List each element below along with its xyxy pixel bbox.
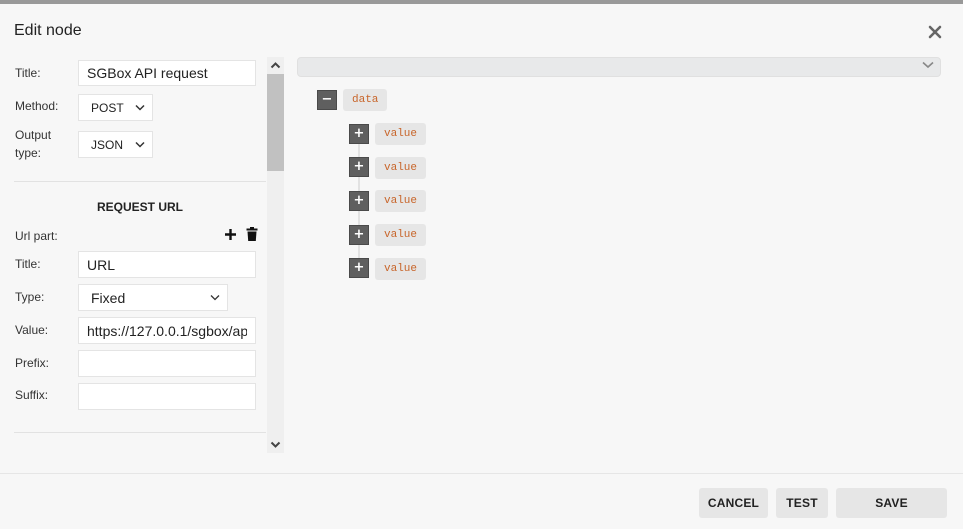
chevron-down-icon <box>922 61 934 69</box>
prefix-label: Prefix: <box>15 356 50 370</box>
output-type-select-value: JSON <box>91 137 124 152</box>
url-title-input[interactable] <box>78 251 256 278</box>
tree-node-value[interactable]: value <box>375 190 427 212</box>
delete-url-part-button[interactable] <box>246 227 258 246</box>
output-type-label-line2: type: <box>15 146 42 160</box>
method-label: Method: <box>15 99 59 113</box>
expand-toggle-value[interactable]: + <box>349 258 369 278</box>
scroll-thumb[interactable] <box>267 74 284 171</box>
value-label: Value: <box>15 323 49 337</box>
title-input[interactable] <box>78 60 256 86</box>
method-select-value: POST <box>91 100 124 115</box>
type-label: Type: <box>15 290 45 304</box>
chevron-down-icon <box>210 294 220 300</box>
json-path-select[interactable] <box>297 57 941 77</box>
value-input[interactable] <box>78 317 256 344</box>
request-url-heading: REQUEST URL <box>96 200 183 214</box>
test-button[interactable]: TEST <box>776 488 828 518</box>
tree-node-value[interactable]: value <box>375 157 427 179</box>
tree-node-value[interactable]: value <box>375 224 427 246</box>
node-settings-panel: Title: Method: POST Output type: JSON RE… <box>0 52 284 453</box>
scroll-up-button[interactable] <box>267 57 284 74</box>
type-select[interactable]: Fixed <box>78 284 228 311</box>
output-type-label-line1: Output <box>15 128 52 142</box>
trash-icon <box>246 227 258 241</box>
url-part-label: Url part: <box>15 229 58 243</box>
url-title-label: Title: <box>15 257 41 271</box>
method-select[interactable]: POST <box>78 94 153 121</box>
expand-toggle-value[interactable]: + <box>349 191 369 211</box>
chevron-up-icon <box>270 62 281 69</box>
tree-node-value[interactable]: value <box>375 123 427 145</box>
tree-node-data[interactable]: data <box>343 89 388 111</box>
add-url-part-button[interactable] <box>224 228 237 246</box>
close-icon <box>928 25 942 39</box>
collapse-toggle-data[interactable]: − <box>317 90 337 110</box>
scroll-down-button[interactable] <box>267 436 284 453</box>
footer-divider <box>0 473 963 474</box>
cancel-button[interactable]: CANCEL <box>699 488 768 518</box>
suffix-input[interactable] <box>78 383 256 410</box>
tree-node-value[interactable]: value <box>375 258 427 280</box>
left-panel-scrollbar[interactable] <box>267 57 284 453</box>
section-divider <box>14 181 266 182</box>
suffix-label: Suffix: <box>15 388 49 402</box>
expand-toggle-value[interactable]: + <box>349 225 369 245</box>
type-select-value: Fixed <box>91 289 126 306</box>
chevron-down-icon <box>135 141 145 148</box>
save-button[interactable]: SAVE <box>836 488 947 518</box>
chevron-down-icon <box>135 104 145 111</box>
expand-toggle-value[interactable]: + <box>349 157 369 177</box>
close-button[interactable] <box>926 23 944 41</box>
title-label: Title: <box>15 66 41 80</box>
plus-icon <box>225 229 236 240</box>
section-divider <box>14 432 266 433</box>
dialog-title: Edit node <box>14 22 82 39</box>
output-type-select[interactable]: JSON <box>78 131 153 158</box>
chevron-down-icon <box>270 441 281 448</box>
prefix-input[interactable] <box>78 350 256 377</box>
expand-toggle-value[interactable]: + <box>349 124 369 144</box>
